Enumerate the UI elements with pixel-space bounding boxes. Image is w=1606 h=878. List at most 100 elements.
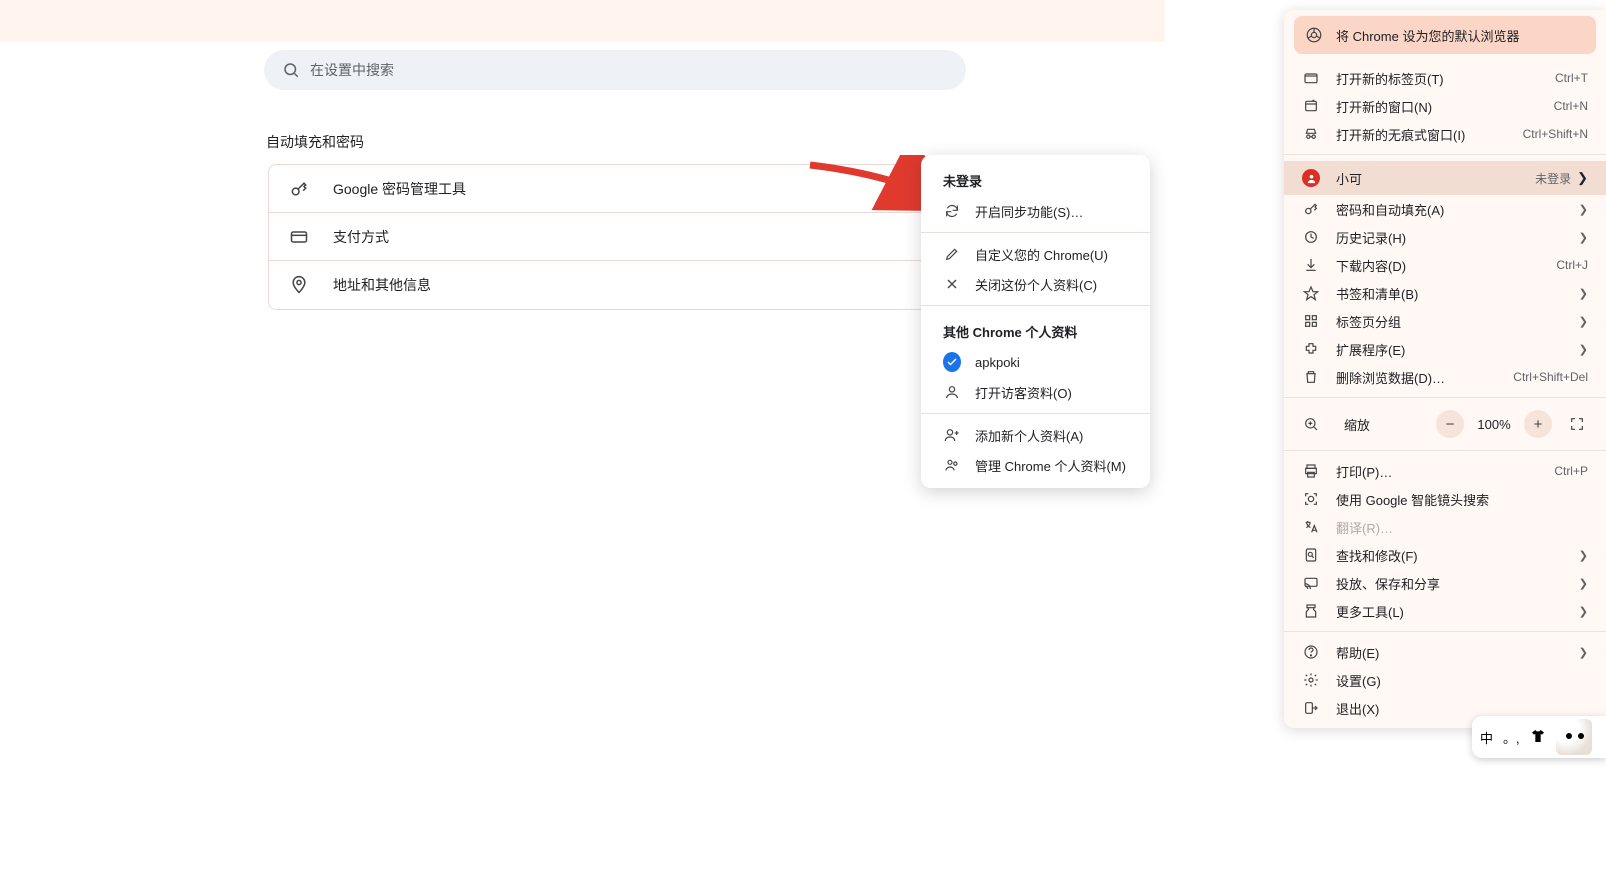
search-icon bbox=[282, 61, 300, 79]
menu-item-settings[interactable]: 设置(G) bbox=[1284, 666, 1606, 694]
grid-icon bbox=[1302, 312, 1320, 330]
menu-item-guest[interactable]: 打开访客资料(O) bbox=[921, 377, 1150, 407]
menu-item-help[interactable]: 帮助(E) ❯ bbox=[1284, 638, 1606, 666]
menu-item-label: 查找和修改(F) bbox=[1336, 546, 1573, 565]
menu-item-profile-apkpoki[interactable]: apkpoki bbox=[921, 347, 1150, 377]
menu-item-label: 管理 Chrome 个人资料(M) bbox=[975, 456, 1126, 475]
menu-item-label: 帮助(E) bbox=[1336, 643, 1573, 662]
menu-item-translate: 翻译(R)… bbox=[1284, 513, 1606, 541]
menu-item-label: 自定义您的 Chrome(U) bbox=[975, 245, 1108, 264]
menu-item-shortcut: Ctrl+J bbox=[1556, 258, 1588, 272]
menu-item-find[interactable]: 查找和修改(F) ❯ bbox=[1284, 541, 1606, 569]
profile-submenu-subheader: 其他 Chrome 个人资料 bbox=[921, 312, 1150, 347]
guest-icon bbox=[943, 383, 961, 401]
menu-item-label: 翻译(R)… bbox=[1336, 518, 1588, 537]
menu-item-tab-groups[interactable]: 标签页分组 ❯ bbox=[1284, 307, 1606, 335]
menu-item-new-window[interactable]: 打开新的窗口(N) Ctrl+N bbox=[1284, 92, 1606, 120]
profile-avatar-icon bbox=[1302, 169, 1320, 187]
menu-separator bbox=[1284, 154, 1606, 155]
default-browser-banner[interactable]: 将 Chrome 设为您的默认浏览器 bbox=[1294, 16, 1596, 54]
zoom-out-button[interactable]: − bbox=[1436, 410, 1464, 438]
menu-item-more-tools[interactable]: 更多工具(L) ❯ bbox=[1284, 597, 1606, 625]
menu-separator bbox=[921, 232, 1150, 233]
chevron-right-icon: ❯ bbox=[1579, 343, 1588, 356]
menu-item-add-profile[interactable]: 添加新个人资料(A) bbox=[921, 420, 1150, 450]
menu-separator bbox=[921, 413, 1150, 414]
gear-icon bbox=[1302, 671, 1320, 689]
menu-item-lens[interactable]: 使用 Google 智能镜头搜索 bbox=[1284, 485, 1606, 513]
find-icon bbox=[1302, 546, 1320, 564]
menu-item-close-profile[interactable]: 关闭这份个人资料(C) bbox=[921, 269, 1150, 299]
translate-icon bbox=[1302, 518, 1320, 536]
menu-item-label: 打印(P)… bbox=[1336, 462, 1554, 481]
download-icon bbox=[1302, 256, 1320, 274]
section-title-autofill: 自动填充和密码 bbox=[266, 132, 364, 152]
chevron-right-icon: ❯ bbox=[1579, 577, 1588, 590]
banner-label: 将 Chrome 设为您的默认浏览器 bbox=[1336, 26, 1519, 45]
menu-item-label: 打开新的标签页(T) bbox=[1336, 69, 1555, 88]
menu-item-history[interactable]: 历史记录(H) ❯ bbox=[1284, 223, 1606, 251]
menu-item-label: 开启同步功能(S)… bbox=[975, 202, 1083, 221]
menu-item-label: 历史记录(H) bbox=[1336, 228, 1573, 247]
tab-icon bbox=[1302, 69, 1320, 87]
ime-pet-icon[interactable] bbox=[1556, 719, 1592, 755]
menu-item-cast-save-share[interactable]: 投放、保存和分享 ❯ bbox=[1284, 569, 1606, 597]
ime-toolbar[interactable]: 中 。, bbox=[1472, 716, 1606, 758]
close-icon bbox=[943, 275, 961, 293]
star-icon bbox=[1302, 284, 1320, 302]
menu-item-new-tab[interactable]: 打开新的标签页(T) Ctrl+T bbox=[1284, 64, 1606, 92]
zoom-value: 100% bbox=[1472, 417, 1516, 432]
extension-icon bbox=[1302, 340, 1320, 358]
tools-icon bbox=[1302, 602, 1320, 620]
card-row-label: Google 密码管理工具 bbox=[333, 179, 466, 199]
menu-item-clear-data[interactable]: 删除浏览数据(D)… Ctrl+Shift+Del bbox=[1284, 363, 1606, 391]
card-row-password-manager[interactable]: Google 密码管理工具 bbox=[269, 165, 964, 213]
menu-item-manage-profiles[interactable]: 管理 Chrome 个人资料(M) bbox=[921, 450, 1150, 480]
menu-item-label: 更多工具(L) bbox=[1336, 602, 1573, 621]
zoom-label: 缩放 bbox=[1344, 415, 1428, 434]
chevron-right-icon: ❯ bbox=[1579, 203, 1588, 216]
window-icon bbox=[1302, 97, 1320, 115]
card-row-label: 地址和其他信息 bbox=[333, 275, 431, 295]
profile-submenu: 未登录 开启同步功能(S)… 自定义您的 Chrome(U) 关闭这份个人资料(… bbox=[921, 155, 1150, 488]
card-row-addresses[interactable]: 地址和其他信息 bbox=[269, 261, 964, 309]
menu-item-passwords-autofill[interactable]: 密码和自动填充(A) ❯ bbox=[1284, 195, 1606, 223]
add-person-icon bbox=[943, 426, 961, 444]
chrome-icon bbox=[1304, 25, 1324, 45]
lens-icon bbox=[1302, 490, 1320, 508]
help-icon bbox=[1302, 643, 1320, 661]
menu-item-label: apkpoki bbox=[975, 355, 1020, 370]
menu-item-zoom: 缩放 − 100% + bbox=[1284, 404, 1606, 444]
menu-item-shortcut: Ctrl+Shift+N bbox=[1523, 127, 1588, 141]
menu-item-bookmarks[interactable]: 书签和清单(B) ❯ bbox=[1284, 279, 1606, 307]
location-icon bbox=[289, 275, 309, 295]
chevron-right-icon: ❯ bbox=[1579, 646, 1588, 659]
menu-item-shortcut: Ctrl+Shift+Del bbox=[1513, 370, 1588, 384]
menu-item-label: 下载内容(D) bbox=[1336, 256, 1556, 275]
settings-search-box[interactable] bbox=[264, 50, 966, 90]
menu-item-current-profile[interactable]: 小可 未登录 ❯ bbox=[1284, 161, 1606, 195]
card-row-payment[interactable]: 支付方式 bbox=[269, 213, 964, 261]
shirt-icon[interactable] bbox=[1530, 728, 1546, 747]
menu-item-incognito[interactable]: 打开新的无痕式窗口(I) Ctrl+Shift+N bbox=[1284, 120, 1606, 148]
menu-separator bbox=[1284, 631, 1606, 632]
menu-item-shortcut: Ctrl+T bbox=[1555, 71, 1588, 85]
menu-item-label: 密码和自动填充(A) bbox=[1336, 200, 1573, 219]
ime-punct[interactable]: 。, bbox=[1503, 728, 1520, 747]
menu-item-label: 标签页分组 bbox=[1336, 312, 1573, 331]
menu-item-extensions[interactable]: 扩展程序(E) ❯ bbox=[1284, 335, 1606, 363]
zoom-in-button[interactable]: + bbox=[1524, 410, 1552, 438]
settings-search-input[interactable] bbox=[310, 62, 948, 78]
menu-item-customize-chrome[interactable]: 自定义您的 Chrome(U) bbox=[921, 239, 1150, 269]
cast-icon bbox=[1302, 574, 1320, 592]
menu-item-enable-sync[interactable]: 开启同步功能(S)… bbox=[921, 196, 1150, 226]
zoom-icon bbox=[1302, 415, 1320, 433]
menu-item-downloads[interactable]: 下载内容(D) Ctrl+J bbox=[1284, 251, 1606, 279]
fullscreen-button[interactable] bbox=[1566, 413, 1588, 435]
profile-name: 小可 bbox=[1336, 169, 1535, 188]
profile-avatar-icon bbox=[943, 353, 961, 371]
menu-item-print[interactable]: 打印(P)… Ctrl+P bbox=[1284, 457, 1606, 485]
chevron-right-icon: ❯ bbox=[1579, 287, 1588, 300]
menu-item-label: 打开新的窗口(N) bbox=[1336, 97, 1554, 116]
ime-lang[interactable]: 中 bbox=[1480, 728, 1493, 747]
